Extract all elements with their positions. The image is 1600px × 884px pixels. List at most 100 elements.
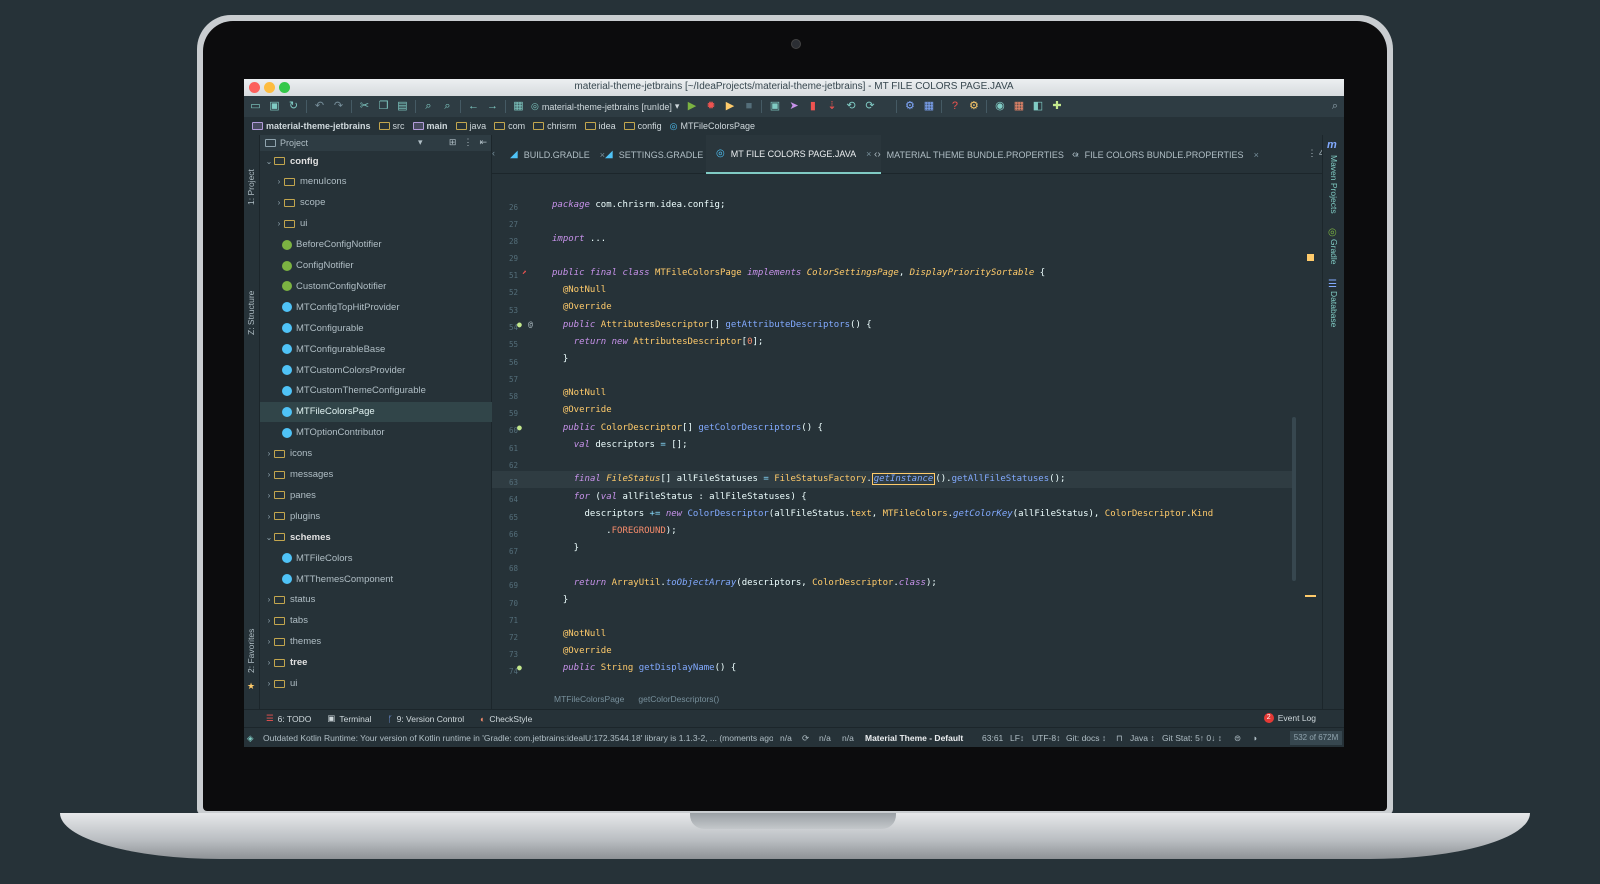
editor-scrollbar[interactable]	[1292, 417, 1296, 581]
tree-item[interactable]: ConfigNotifier	[260, 256, 492, 276]
line-separator-select[interactable]: LF↕	[1010, 733, 1024, 743]
structure-tool-button[interactable]: Z: Structure	[246, 291, 256, 335]
tree-item[interactable]: › scope	[260, 193, 492, 213]
theme-indicator[interactable]: Material Theme - Default	[865, 733, 963, 743]
chevron-down-icon[interactable]: ⌄	[264, 157, 274, 166]
project-structure-icon[interactable]: ▦	[922, 100, 935, 113]
palette-icon[interactable]: ▦	[1012, 100, 1025, 113]
chevron-right-icon[interactable]: ›	[264, 491, 274, 500]
build-icon[interactable]: ▣	[768, 100, 781, 113]
replace-icon[interactable]: ⌕	[441, 100, 454, 113]
override-icon[interactable]: ●	[517, 423, 522, 432]
gradle-tool-button[interactable]: Gradle	[1329, 239, 1339, 265]
breadcrumb-item[interactable]: idea	[584, 121, 616, 131]
chevron-right-icon[interactable]: ›	[264, 679, 274, 688]
layers-icon[interactable]: ◈	[247, 733, 254, 744]
vcs-update-icon[interactable]: ⇣	[825, 100, 838, 113]
help-icon[interactable]: ?	[948, 100, 961, 113]
tree-item[interactable]: MTFileColorsPage	[260, 401, 492, 422]
plugin-icon[interactable]: ⚙	[967, 100, 980, 113]
history-icon[interactable]: ⟲	[844, 100, 857, 113]
inspector-icon[interactable]: ⊜	[1234, 733, 1241, 744]
search-everywhere-icon[interactable]: ⌕	[1332, 100, 1338, 113]
cut-icon[interactable]: ✂	[358, 100, 371, 113]
tree-item[interactable]: MTCustomThemeConfigurable	[260, 381, 492, 401]
run-coverage-icon[interactable]: ▶	[723, 100, 736, 113]
breadcrumb-item[interactable]: config	[623, 121, 662, 131]
tree-item[interactable]: › panes	[260, 485, 492, 505]
chevron-down-icon[interactable]: ⌄	[264, 533, 274, 542]
tree-item[interactable]: › menuIcons	[260, 172, 492, 192]
tree-item[interactable]: MTOptionContributor	[260, 423, 492, 443]
status-message[interactable]: Outdated Kotlin Runtime: Your version of…	[263, 733, 773, 743]
chevron-right-icon[interactable]: ›	[264, 637, 274, 646]
puzzle-icon[interactable]: ✚	[1050, 100, 1063, 113]
breadcrumb-item[interactable]: src	[378, 121, 405, 131]
tree-item[interactable]: › ui	[260, 214, 492, 234]
breadcrumb-item[interactable]: ◎ MTFileColorsPage	[670, 121, 755, 132]
editor-tab[interactable]: ◎ MT FILE COLORS PAGE.JAVA ×	[706, 135, 882, 174]
breadcrumb-item[interactable]: chrisrm	[533, 121, 577, 131]
paste-icon[interactable]: ▤	[396, 100, 409, 113]
editor-tab[interactable]: ‹› FILE COLORS BUNDLE.PROPERTIES ×	[1062, 135, 1269, 174]
forward-icon[interactable]: →	[486, 100, 499, 113]
settings-icon[interactable]: ⚙	[903, 100, 916, 113]
breadcrumb-item[interactable]: java	[455, 121, 486, 131]
more-options-icon[interactable]: ⋮	[463, 137, 472, 148]
tree-item[interactable]: › plugins	[260, 506, 492, 526]
database-tool-button[interactable]: Database	[1329, 291, 1339, 327]
git-branch-select[interactable]: Git: docs ↕	[1066, 733, 1106, 743]
editor-breadcrumb-class[interactable]: MTFileColorsPage	[554, 694, 624, 704]
redo-icon[interactable]: ↷	[332, 100, 345, 113]
tree-item[interactable]: ⌄ schemes	[260, 527, 492, 547]
implements-icon[interactable]: ⬈	[522, 268, 527, 277]
chevron-right-icon[interactable]: ›	[264, 595, 274, 604]
close-tab-icon[interactable]: ×	[1254, 150, 1259, 160]
todo-tool-button[interactable]: ☰ 6: TODO	[266, 713, 311, 724]
tree-item[interactable]: MTCustomColorsProvider	[260, 360, 492, 380]
tree-item[interactable]: › themes	[260, 632, 492, 652]
editor-tab[interactable]: ‹› MATERIAL THEME BUNDLE.PROPERTIES ×	[864, 135, 1089, 174]
hide-panel-icon[interactable]: ⇤	[479, 137, 487, 148]
notifications-icon[interactable]: ◑	[1252, 733, 1257, 743]
version-control-tool-button[interactable]: ᚴ 9: Version Control	[387, 714, 464, 724]
override-icon[interactable]: ●	[517, 320, 522, 329]
revert-icon[interactable]: ⟳	[863, 100, 876, 113]
tree-item[interactable]: MTConfigurableBase	[260, 339, 492, 359]
tree-item[interactable]: MTFileColors	[260, 548, 492, 568]
tree-item[interactable]: CustomConfigNotifier	[260, 276, 492, 296]
tree-item[interactable]: › ui	[260, 674, 492, 694]
tree-item[interactable]: › messages	[260, 465, 492, 485]
chevron-right-icon[interactable]: ›	[264, 616, 274, 625]
save-icon[interactable]: ▣	[268, 100, 281, 113]
scroll-tabs-left-icon[interactable]: ‹	[492, 148, 495, 158]
chevron-right-icon[interactable]: ›	[264, 449, 274, 458]
tree-item[interactable]: MTConfigTopHitProvider	[260, 297, 492, 317]
encoding-select[interactable]: UTF-8↕	[1032, 733, 1060, 743]
tree-item[interactable]: MTThemesComponent	[260, 569, 492, 589]
chevron-down-icon[interactable]: ▾	[418, 137, 423, 148]
breadcrumb-item[interactable]: material-theme-jetbrains	[252, 121, 371, 131]
project-view-select[interactable]: Project	[280, 138, 308, 148]
maven-tool-button[interactable]: Maven Projects	[1329, 155, 1339, 214]
tree-item[interactable]: › icons	[260, 444, 492, 464]
tree-item[interactable]: › tabs	[260, 611, 492, 631]
git-stat-select[interactable]: Git Stat: 5↑ 0↓ ↕	[1162, 733, 1222, 743]
vcs-commit-icon[interactable]: ▮	[806, 100, 819, 113]
deploy-icon[interactable]: ➤	[787, 100, 800, 113]
back-icon[interactable]: ←	[467, 100, 480, 113]
favorites-tool-button[interactable]: 2: Favorites	[246, 629, 256, 673]
chevron-right-icon[interactable]: ›	[274, 177, 284, 186]
breadcrumb-item[interactable]: com	[494, 121, 525, 131]
collapse-all-icon[interactable]: ⊞	[449, 137, 457, 148]
tree-item[interactable]: MTConfigurable	[260, 318, 492, 338]
debug-icon[interactable]: ✹	[704, 100, 717, 113]
caret-position[interactable]: 63:61	[982, 733, 1003, 743]
chevron-right-icon[interactable]: ›	[264, 470, 274, 479]
breadcrumb-item[interactable]: main	[412, 121, 448, 131]
run-icon[interactable]: ▶	[685, 100, 698, 113]
undo-icon[interactable]: ↶	[313, 100, 326, 113]
code-editor[interactable]: 26 27 28 29 51 52 53 54 55 56 57 58 59 60 61 62 63 64 65 66…	[492, 174, 1322, 689]
find-icon[interactable]: ⌕	[422, 100, 435, 113]
chevron-right-icon[interactable]: ›	[274, 198, 284, 207]
